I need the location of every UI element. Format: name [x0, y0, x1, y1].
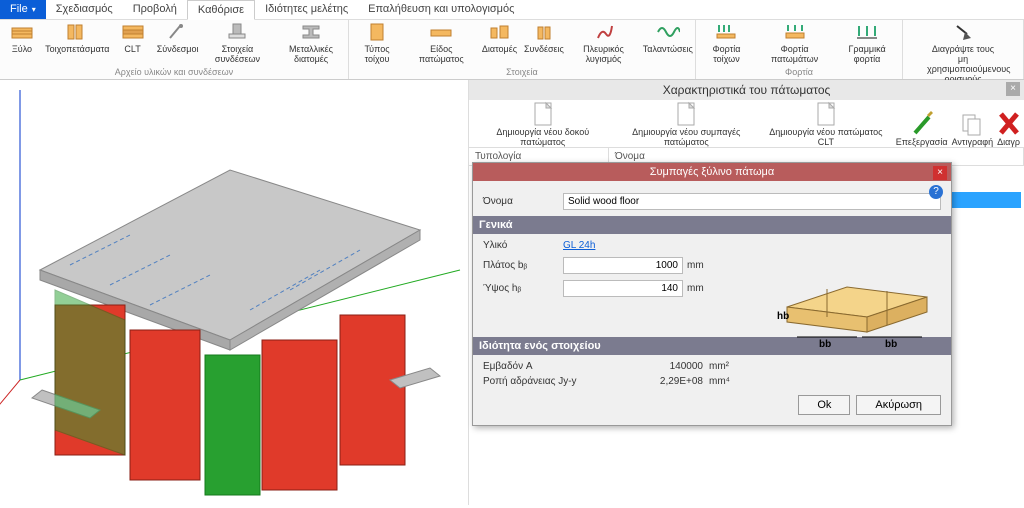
height-input[interactable]	[563, 280, 683, 297]
dialog-title: Συμπαγές ξύλινο πάτωμα	[650, 166, 775, 178]
ribbon: Ξύλο Τοιχοπετάσματα CLT Σύνδεσμοι Στοιχε…	[0, 20, 1024, 80]
cancel-button[interactable]: Ακύρωση	[856, 395, 941, 415]
area-unit: mm²	[703, 361, 743, 372]
model-viewport[interactable]	[0, 80, 470, 505]
ribbon-connectors-button[interactable]: Σύνδεσμοι	[155, 20, 201, 67]
pencil-icon	[911, 111, 933, 137]
ribbon-group-label-loads: Φορτία	[696, 67, 902, 79]
tab-view[interactable]: Προβολή	[123, 0, 187, 19]
model-3d-icon	[0, 80, 470, 505]
delete-button[interactable]: Διαγρ	[997, 111, 1020, 147]
ok-button[interactable]: Ok	[798, 395, 850, 415]
connectors-icon	[166, 22, 190, 42]
cross-section-diagram: hb bb bb	[777, 277, 937, 347]
ribbon-walltype-button[interactable]: Τύπος τοίχου	[349, 20, 405, 67]
material-link[interactable]: GL 24h	[563, 240, 595, 251]
delete-x-icon	[998, 111, 1020, 137]
ribbon-delete-unused-button[interactable]: Διαγράψτε τους μη χρησιμοποιούμενους ορι…	[903, 20, 1023, 84]
panel-close-button[interactable]: ×	[1006, 82, 1020, 96]
width-label: Πλάτος bᵦ	[483, 260, 563, 271]
file-menu-button[interactable]: File ▾	[0, 0, 46, 19]
tab-define[interactable]: Καθόρισε	[187, 0, 255, 20]
dialog-title-bar[interactable]: Συμπαγές ξύλινο πάτωμα ×	[473, 163, 951, 181]
inertia-unit: mm⁴	[703, 376, 743, 387]
svg-text:hb: hb	[777, 311, 789, 322]
ribbon-wallpanels-button[interactable]: Τοιχοπετάσματα	[44, 20, 111, 67]
lateral-buckling-icon	[592, 22, 616, 42]
panel-title: Χαρακτηριστικά του πάτωματος	[663, 83, 831, 97]
connections-icon	[532, 22, 556, 42]
sections-icon	[488, 22, 512, 42]
ribbon-connection-elements-button[interactable]: Στοιχεία συνδέσεων	[201, 20, 275, 67]
svg-text:bb: bb	[819, 339, 831, 347]
height-label: Ύψος hᵦ	[483, 283, 563, 294]
ribbon-floor-loads-button[interactable]: Φορτία πατωμάτων	[757, 20, 832, 67]
ribbon-lateral-buckling-button[interactable]: Πλευρικός λυγισμός	[566, 20, 640, 67]
dialog-close-button[interactable]: ×	[933, 166, 947, 180]
walltype-icon	[365, 22, 389, 42]
dropdown-arrow-icon: ▾	[32, 5, 36, 14]
ribbon-floortype-button[interactable]: Είδος πατώματος	[405, 20, 477, 67]
wood-icon	[10, 22, 34, 42]
height-unit: mm	[687, 283, 704, 294]
ribbon-connections-button[interactable]: Συνδέσεις	[522, 20, 567, 67]
copy-icon	[961, 111, 983, 137]
broom-icon	[951, 22, 975, 42]
general-section-header: Γενικά	[473, 216, 951, 234]
area-label: Εμβαδόν A	[483, 361, 613, 372]
ribbon-metal-sections-button[interactable]: Μεταλλικές διατομές	[274, 20, 348, 67]
help-button[interactable]: ?	[929, 185, 943, 199]
name-input[interactable]	[563, 193, 941, 210]
document-icon	[675, 101, 697, 127]
ribbon-group-label-elements: Στοιχεία	[349, 67, 695, 79]
width-input[interactable]	[563, 257, 683, 274]
ribbon-wood-button[interactable]: Ξύλο	[0, 20, 44, 67]
connection-elements-icon	[225, 22, 249, 42]
svg-text:bb: bb	[885, 339, 897, 347]
wall-loads-icon	[714, 22, 738, 42]
solid-wood-floor-dialog: Συμπαγές ξύλινο πάτωμα × ? Όνομα Γενικά …	[472, 162, 952, 426]
tab-verification[interactable]: Επαλήθευση και υπολογισμός	[358, 0, 524, 19]
wallpanels-icon	[65, 22, 89, 42]
ribbon-sections-button[interactable]: Διατομές	[478, 20, 522, 67]
metal-sections-icon	[299, 22, 323, 42]
tab-study-properties[interactable]: Ιδιότητες μελέτης	[255, 0, 358, 19]
edit-button[interactable]: Επεξεργασία	[896, 111, 948, 147]
ribbon-vibrations-button[interactable]: Ταλαντώσεις	[641, 20, 695, 67]
floor-loads-icon	[783, 22, 807, 42]
inertia-value: 2,29E+08	[613, 376, 703, 387]
vibrations-icon	[656, 22, 680, 42]
new-solid-floor-button[interactable]: Δημιουργία νέου συμπαγές πατώματος	[617, 101, 757, 147]
area-value: 140000	[613, 361, 703, 372]
ribbon-line-loads-button[interactable]: Γραμμικά φορτία	[832, 20, 902, 67]
ribbon-clt-button[interactable]: CLT	[111, 20, 155, 67]
document-icon	[815, 101, 837, 127]
panel-title-bar: Χαρακτηριστικά του πάτωματος ×	[469, 80, 1024, 100]
line-loads-icon	[855, 22, 879, 42]
name-label: Όνομα	[483, 196, 563, 207]
floortype-icon	[429, 22, 453, 42]
ribbon-group-label-materials: Αρχείο υλικών και συνδέσεων	[0, 67, 348, 79]
tab-design[interactable]: Σχεδιασμός	[46, 0, 123, 19]
clt-icon	[121, 22, 145, 42]
copy-button[interactable]: Αντιγραφή	[952, 111, 994, 147]
width-unit: mm	[687, 260, 704, 271]
document-icon	[532, 101, 554, 127]
inertia-label: Ροπή αδράνειας Jy-y	[483, 376, 613, 387]
new-floor-beam-button[interactable]: Δημιουργία νέου δοκού πατώματος	[473, 101, 613, 147]
ribbon-wall-loads-button[interactable]: Φορτία τοίχων	[696, 20, 757, 67]
file-menu-label: File	[10, 3, 28, 15]
new-clt-floor-button[interactable]: Δημιουργία νέου πατώματος CLT	[760, 101, 892, 147]
material-label: Υλικό	[483, 240, 563, 251]
